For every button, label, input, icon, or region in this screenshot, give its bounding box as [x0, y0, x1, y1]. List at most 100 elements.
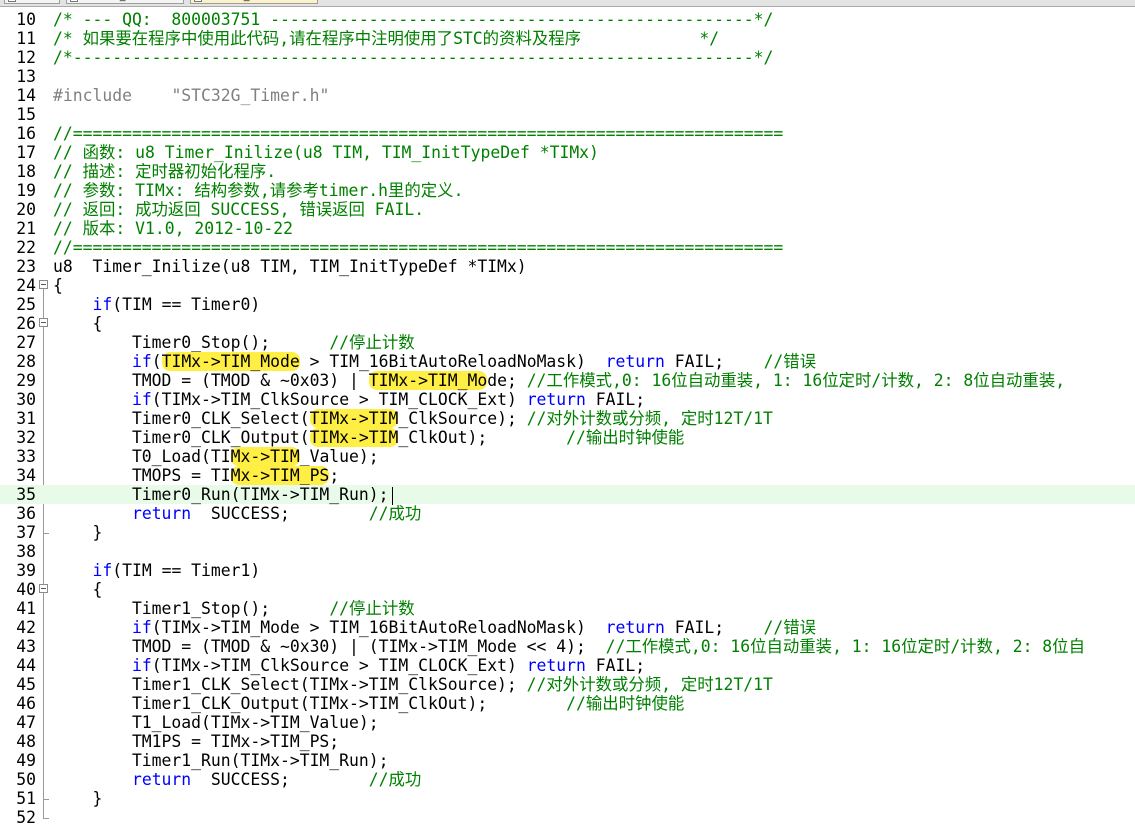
code-line[interactable]: 28 if(TIMx->TIM_Mode > TIM_16BitAutoRelo…	[0, 352, 1135, 371]
code-text: if(TIM == Timer0)	[53, 295, 260, 314]
code-token: Timer1_Run(TIMx->TIM_Run);	[53, 751, 389, 770]
code-line[interactable]: 23 u8 Timer_Inilize(u8 TIM, TIM_InitTypeD…	[0, 257, 1135, 276]
code-line[interactable]: 43 TMOD = (TMOD & ~0x30) | (TIMx->TIM_Mo…	[0, 637, 1135, 656]
code-token: T0_Load(TI	[53, 447, 231, 466]
code-line[interactable]: 33 T0_Load(TIMx->TIM_Value);	[0, 447, 1135, 466]
code-line[interactable]: 32 Timer0_CLK_Output(TIMx->TIM_ClkOut); …	[0, 428, 1135, 447]
line-number: 46	[16, 694, 36, 713]
line-number: 47	[16, 713, 36, 732]
code-line[interactable]: 37 }	[0, 523, 1135, 542]
code-line[interactable]: 36 return SUCCESS; //成功	[0, 504, 1135, 523]
code-line[interactable]: 17 // 函数: u8 Timer_Inilize(u8 TIM, TIM_In…	[0, 143, 1135, 162]
line-number: 48	[16, 732, 36, 751]
code-keyword: return	[526, 390, 586, 409]
code-line[interactable]: 30 if(TIMx->TIM_ClkSource > TIM_CLOCK_Ex…	[0, 390, 1135, 409]
file-tab[interactable]: STC32G_GPIO.c	[66, 0, 184, 4]
code-text: Timer1_Stop(); //停止计数	[53, 599, 415, 618]
code-line[interactable]: 10 /* --- QQ: 800003751 -----------------…	[0, 10, 1135, 29]
code-text: T1_Load(TIMx->TIM_Value);	[53, 713, 379, 732]
code-keyword: if	[131, 656, 152, 675]
code-line[interactable]: 44 if(TIMx->TIM_ClkSource > TIM_CLOCK_Ex…	[0, 656, 1135, 675]
fold-toggle-icon[interactable]	[39, 318, 48, 327]
code-line[interactable]: 25 if(TIM == Timer0)	[0, 295, 1135, 314]
file-tab[interactable]: main.c	[4, 0, 60, 4]
code-comment: //成功	[368, 504, 422, 523]
code-keyword: return	[605, 618, 665, 637]
code-line[interactable]: 19 // 参数: TIMx: 结构参数,请参考timer.h里的定义.	[0, 181, 1135, 200]
code-line[interactable]: 24 {	[0, 276, 1135, 295]
file-tab[interactable]: STC32G_Timer.c	[190, 0, 318, 4]
code-line[interactable]: 41 Timer1_Stop(); //停止计数	[0, 599, 1135, 618]
line-number: 52	[16, 808, 36, 827]
line-number: 51	[16, 789, 36, 808]
code-text: //======================================…	[53, 124, 783, 143]
code-token: FAIL;	[585, 390, 646, 409]
code-line[interactable]: 45 Timer1_CLK_Select(TIMx->TIM_ClkSource…	[0, 675, 1135, 694]
code-line[interactable]: 18 // 描述: 定时器初始化程序.	[0, 162, 1135, 181]
code-text: // 返回: 成功返回 SUCCESS, 错误返回 FAIL.	[53, 200, 424, 219]
code-line[interactable]: 11 /* 如果要在程序中使用此代码,请在程序中注明使用了STC的资料及程序 */	[0, 29, 1135, 48]
code-line[interactable]: 42 if(TIMx->TIM_Mode > TIM_16BitAutoRelo…	[0, 618, 1135, 637]
code-line[interactable]: 22 //====================================…	[0, 238, 1135, 257]
code-line[interactable]: 34 TMOPS = TIMx->TIM_PS;	[0, 466, 1135, 485]
code-token: Timer0_CLK_Select(	[53, 409, 310, 428]
code-text: // 描述: 定时器初始化程序.	[53, 162, 276, 181]
code-keyword: return	[131, 770, 192, 789]
line-number: 37	[16, 523, 36, 542]
code-line[interactable]: 47 T1_Load(TIMx->TIM_Value);	[0, 713, 1135, 732]
line-number: 29	[16, 371, 36, 390]
code-line[interactable]: 38	[0, 542, 1135, 561]
line-number: 28	[16, 352, 36, 371]
code-line[interactable]: 13	[0, 67, 1135, 86]
highlighted-token: TIMx->TIM_Mode	[161, 352, 300, 371]
code-line[interactable]: 35 Timer0_Run(TIMx->TIM_Run);	[0, 485, 1135, 504]
code-line[interactable]: 15	[0, 105, 1135, 124]
code-line[interactable]: 31 Timer0_CLK_Select(TIMx->TIM_ClkSource…	[0, 409, 1135, 428]
code-line[interactable]: 51 }	[0, 789, 1135, 808]
line-number: 26	[16, 314, 36, 333]
code-comment: /*--------------------------------------…	[53, 48, 774, 67]
line-number: 42	[16, 618, 36, 637]
code-line[interactable]: 27 Timer0_Stop(); //停止计数	[0, 333, 1135, 352]
code-keyword: return	[131, 504, 192, 523]
code-line[interactable]: 20 // 返回: 成功返回 SUCCESS, 错误返回 FAIL.	[0, 200, 1135, 219]
code-text: // 版本: V1.0, 2012-10-22	[53, 219, 293, 238]
line-number: 33	[16, 447, 36, 466]
code-comment: //工作模式,0: 16位自动重装, 1: 16位定时/计数, 2: 8位自	[605, 637, 1085, 656]
code-line[interactable]: 50 return SUCCESS; //成功	[0, 770, 1135, 789]
code-line[interactable]: 39 if(TIM == Timer1)	[0, 561, 1135, 580]
code-line[interactable]: 40 {	[0, 580, 1135, 599]
code-comment: //成功	[368, 770, 422, 789]
code-token: ;	[329, 466, 340, 485]
code-line[interactable]: 21 // 版本: V1.0, 2012-10-22	[0, 219, 1135, 238]
code-token: de;	[487, 371, 527, 390]
code-keyword: if	[131, 390, 152, 409]
code-line[interactable]: 14 #include "STC32G_Timer.h"	[0, 86, 1135, 105]
code-text: if(TIMx->TIM_Mode > TIM_16BitAutoReloadN…	[53, 352, 816, 371]
code-line[interactable]: 29 TMOD = (TMOD & ~0x03) | TIMx->TIM_Mod…	[0, 371, 1135, 390]
code-line[interactable]: 12 /*------------------------------------…	[0, 48, 1135, 67]
code-token: {	[53, 314, 103, 333]
file-tab-bar: main.c STC32G_GPIO.c STC32G_Timer.c	[0, 0, 1135, 7]
code-keyword: if	[92, 295, 113, 314]
code-line[interactable]: 16 //====================================…	[0, 124, 1135, 143]
code-line[interactable]: 49 Timer1_Run(TIMx->TIM_Run);	[0, 751, 1135, 770]
code-text: if(TIMx->TIM_Mode > TIM_16BitAutoReloadN…	[53, 618, 816, 637]
code-line[interactable]: 52	[0, 808, 1135, 827]
code-token: (TIMx->TIM_ClkSource > TIM_CLOCK_Ext)	[151, 390, 527, 409]
code-text: Timer1_CLK_Select(TIMx->TIM_ClkSource); …	[53, 675, 773, 694]
fold-toggle-icon[interactable]	[39, 280, 48, 289]
code-line[interactable]: 46 Timer1_CLK_Output(TIMx->TIM_ClkOut); …	[0, 694, 1135, 713]
code-comment: //停止计数	[329, 599, 415, 618]
fold-toggle-icon[interactable]	[39, 584, 48, 593]
code-token: #include	[53, 86, 132, 105]
code-line[interactable]: 48 TM1PS = TIMx->TIM_PS;	[0, 732, 1135, 751]
file-icon	[8, 0, 16, 2]
code-token: Timer1_Stop();	[53, 599, 330, 618]
line-number: 39	[16, 561, 36, 580]
code-line[interactable]: 26 {	[0, 314, 1135, 333]
